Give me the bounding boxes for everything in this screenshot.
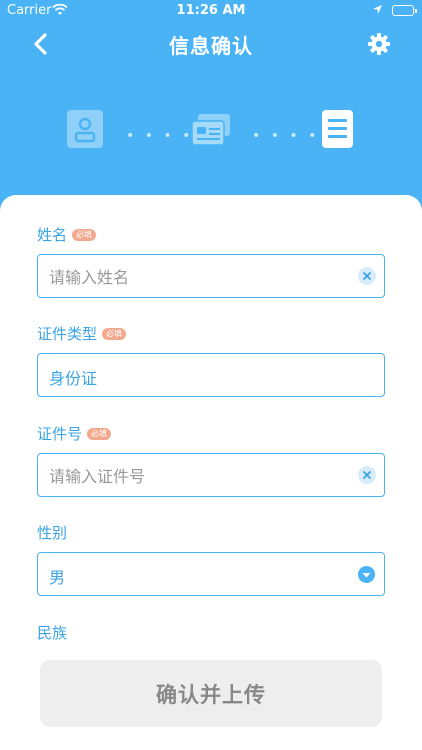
page-title: 信息确认 — [169, 34, 253, 58]
name-label-text: 姓名 — [37, 226, 68, 244]
id-type-select[interactable]: 身份证 — [37, 353, 385, 397]
id-type-label: 证件类型 必填 — [37, 323, 127, 344]
name-label: 姓名 必填 — [37, 224, 97, 245]
clear-name-button[interactable] — [358, 267, 376, 285]
person-id-icon — [67, 110, 103, 152]
required-badge: 必填 — [72, 228, 97, 241]
gender-value: 男 — [49, 568, 66, 587]
gender-label-text: 性别 — [37, 524, 68, 542]
clock: 11:26 AM — [176, 3, 246, 18]
id-cards-icon — [191, 114, 230, 150]
id-type-value: 身份证 — [49, 369, 98, 388]
gender-label: 性别 — [37, 522, 67, 543]
caret-down-icon — [362, 573, 371, 578]
name-input[interactable] — [49, 266, 339, 288]
settings-button[interactable] — [365, 30, 393, 58]
confirm-upload-button[interactable]: 确认并上传 — [40, 660, 382, 727]
id-number-label-text: 证件号 — [37, 425, 83, 443]
status-bar: Carrier 11:26 AM — [0, 0, 422, 22]
gender-select[interactable]: 男 — [37, 552, 385, 596]
required-badge: 必填 — [102, 327, 127, 340]
required-badge: 必填 — [87, 427, 112, 440]
gender-dropdown-button[interactable] — [358, 566, 375, 583]
ethnicity-label-text: 民族 — [37, 624, 68, 642]
battery-icon — [392, 5, 417, 16]
close-icon — [363, 272, 371, 280]
id-number-label: 证件号 必填 — [37, 423, 112, 444]
ethnicity-label: 民族 — [37, 622, 67, 643]
name-field[interactable] — [37, 254, 385, 298]
id-number-field[interactable] — [37, 453, 385, 497]
document-list-icon — [322, 110, 353, 152]
close-icon — [363, 471, 371, 479]
location-arrow-icon — [372, 4, 383, 19]
gear-icon — [368, 33, 390, 55]
navigation-bar: 信息确认 — [0, 22, 422, 66]
clear-id-number-button[interactable] — [358, 466, 376, 484]
id-type-label-text: 证件类型 — [37, 325, 98, 343]
id-number-input[interactable] — [49, 465, 339, 487]
progress-steps: • • • • • • • • • • — [0, 110, 422, 152]
